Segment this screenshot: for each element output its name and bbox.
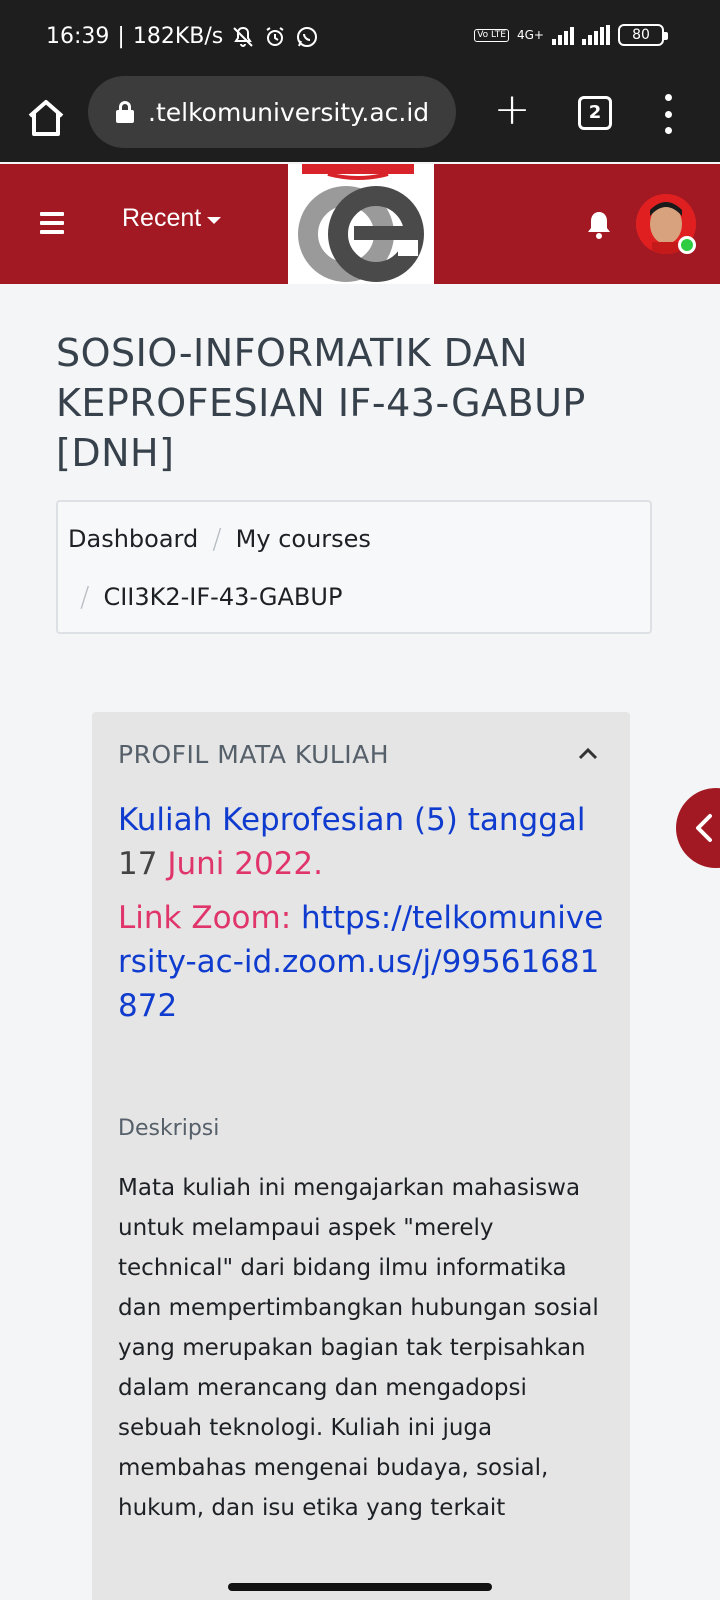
breadcrumb-row: Dashboard / My courses [68,522,371,555]
browser-toolbar: .telkomuniversity.ac.id + 2 [0,76,720,162]
status-time: 16:39 [46,24,110,49]
announcement-day: 17 [118,846,158,882]
url-text: .telkomuniversity.ac.id [148,97,430,127]
breadcrumb-course-code[interactable]: CII3K2-IF-43-GABUP [103,583,342,611]
announcement-text: Kuliah Keprofesian (5) tanggal [118,802,586,838]
lock-icon [116,101,134,123]
status-speed: 182KB/s [132,24,224,49]
course-announcement: Kuliah Keprofesian (5) tanggal 17 Juni 2… [118,798,608,886]
app-header: Recent [0,164,720,284]
breadcrumb-my-courses[interactable]: My courses [236,525,371,553]
breadcrumb-dashboard[interactable]: Dashboard [68,525,198,553]
status-divider: | [117,24,125,49]
section-title[interactable]: PROFIL MATA KULIAH [118,740,389,769]
celoe-logo-icon [298,164,424,282]
volte-icon: Vo LTE [474,28,509,42]
chevron-up-icon[interactable] [576,744,600,764]
breadcrumb-row: / CII3K2-IF-43-GABUP [80,580,342,613]
description-label: Deskripsi [118,1116,220,1141]
status-right: Vo LTE 4G+ 80 [474,24,668,46]
mute-notification-icon [233,26,253,47]
open-drawer-button[interactable] [676,788,720,868]
network-type: 4G+ [517,28,544,42]
alarm-icon [266,26,284,46]
browser-menu-button[interactable] [660,94,676,134]
breadcrumb-separator: / [212,522,222,555]
address-bar[interactable]: .telkomuniversity.ac.id [88,76,456,148]
home-icon [28,100,64,136]
recent-label: Recent [122,204,202,232]
new-tab-button[interactable]: + [490,88,534,134]
hamburger-menu-icon[interactable] [40,212,64,234]
description-text: Mata kuliah ini mengajarkan mahasiswa un… [118,1175,599,1521]
recent-dropdown[interactable]: Recent [122,204,222,233]
announcement-date: Juni 2022. [167,846,323,882]
battery-icon: 80 [618,24,668,46]
zoom-link-block: Link Zoom: https://telkomuniversity-ac-i… [118,896,608,1028]
status-left: 16:39 | 182KB/s [46,24,319,49]
signal-icon-2 [582,25,610,45]
signal-icon [552,25,574,45]
chevron-left-icon [696,814,712,842]
notification-bell-icon[interactable] [586,210,612,240]
breadcrumb-separator: / [80,580,90,613]
caret-down-icon [207,217,222,224]
home-button[interactable] [22,94,70,142]
breadcrumb: Dashboard / My courses / CII3K2-IF-43-GA… [56,500,652,634]
site-logo[interactable] [288,164,434,284]
tab-switcher-button[interactable]: 2 [578,96,612,130]
online-status-dot [678,236,696,254]
status-bar: 16:39 | 182KB/s Vo LTE 4G+ 80 [0,0,720,76]
page-title: SOSIO-INFORMATIK DAN KEPROFESIAN IF-43-G… [56,331,586,475]
zoom-label: Link Zoom: [118,900,292,936]
gesture-home-indicator[interactable] [228,1583,492,1591]
whatsapp-icon [297,26,318,47]
course-profile-section: PROFIL MATA KULIAH Kuliah Keprofesian (5… [92,712,630,1600]
